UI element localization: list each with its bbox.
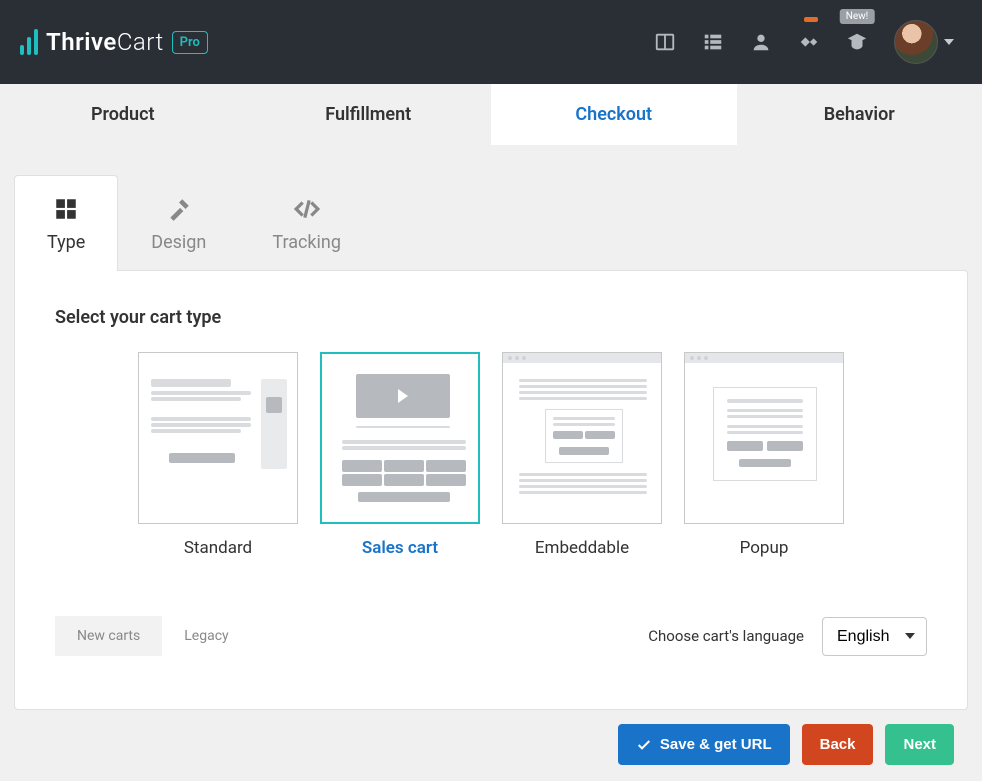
user-icon bbox=[750, 31, 772, 53]
graduation-cap-icon bbox=[846, 31, 868, 53]
nav-partners[interactable] bbox=[798, 31, 820, 53]
handshake-icon bbox=[798, 31, 820, 53]
tab-product[interactable]: Product bbox=[0, 84, 246, 145]
brand-first: Thrive bbox=[46, 28, 117, 56]
nav-layout[interactable] bbox=[654, 31, 676, 53]
bottom-row: New carts Legacy Choose cart's language … bbox=[55, 616, 927, 656]
chevron-down-icon bbox=[944, 39, 954, 45]
grid-icon bbox=[53, 196, 79, 222]
footer-buttons: Save & get URL Back Next bbox=[14, 710, 968, 775]
panel: Select your cart type bbox=[14, 270, 968, 710]
main-tabs: Product Fulfillment Checkout Behavior bbox=[0, 84, 982, 145]
new-badge: New! bbox=[840, 9, 875, 24]
avatar bbox=[894, 20, 938, 64]
subtab-tracking[interactable]: Tracking bbox=[239, 175, 374, 271]
thumb-embed bbox=[502, 352, 662, 524]
cart-label-standard: Standard bbox=[184, 538, 252, 558]
user-menu[interactable] bbox=[894, 20, 954, 64]
subtab-type[interactable]: Type bbox=[14, 175, 118, 271]
nav-list[interactable] bbox=[702, 31, 724, 53]
list-icon bbox=[702, 31, 724, 53]
top-icons: New! bbox=[654, 20, 954, 64]
cart-label-sales: Sales cart bbox=[362, 538, 438, 558]
save-url-label: Save & get URL bbox=[660, 736, 772, 753]
subtab-design-label: Design bbox=[151, 232, 206, 253]
tools-icon bbox=[166, 196, 192, 222]
subtab-type-label: Type bbox=[47, 232, 85, 253]
brand-text: ThriveCart bbox=[46, 28, 164, 56]
brand-logo[interactable]: ThriveCart Pro bbox=[20, 28, 208, 56]
content: Type Design Tracking Select your cart ty… bbox=[0, 145, 982, 775]
nav-learn[interactable]: New! bbox=[846, 31, 868, 53]
cart-option-sales[interactable]: Sales cart bbox=[320, 352, 480, 558]
subtab-tracking-label: Tracking bbox=[272, 232, 341, 253]
code-icon bbox=[294, 196, 320, 222]
thrivecart-bars-icon bbox=[20, 29, 38, 55]
sub-tabs: Type Design Tracking bbox=[14, 175, 968, 271]
notification-dot bbox=[804, 17, 818, 22]
language-label: Choose cart's language bbox=[648, 627, 804, 645]
subtab-design[interactable]: Design bbox=[118, 175, 239, 271]
top-bar: ThriveCart Pro New! bbox=[0, 0, 982, 84]
brand-second: Cart bbox=[117, 28, 164, 56]
cart-option-embed[interactable]: Embeddable bbox=[502, 352, 662, 558]
cart-option-standard[interactable]: Standard bbox=[138, 352, 298, 558]
tab-checkout[interactable]: Checkout bbox=[491, 84, 737, 145]
tab-behavior[interactable]: Behavior bbox=[737, 84, 982, 145]
thumb-popup bbox=[684, 352, 844, 524]
pro-badge: Pro bbox=[172, 31, 208, 54]
cart-label-embed: Embeddable bbox=[535, 538, 629, 558]
mode-new-carts[interactable]: New carts bbox=[55, 616, 162, 656]
mode-legacy[interactable]: Legacy bbox=[162, 616, 250, 656]
language-section: Choose cart's language English bbox=[648, 617, 927, 656]
cart-options: Standard bbox=[55, 352, 927, 558]
cart-label-popup: Popup bbox=[740, 538, 789, 558]
layout-icon bbox=[654, 31, 676, 53]
mode-tabs: New carts Legacy bbox=[55, 616, 251, 656]
save-url-button[interactable]: Save & get URL bbox=[618, 724, 790, 765]
check-icon bbox=[636, 737, 652, 753]
panel-title: Select your cart type bbox=[55, 307, 927, 328]
back-button[interactable]: Back bbox=[802, 724, 874, 765]
thumb-standard bbox=[138, 352, 298, 524]
thumb-sales bbox=[320, 352, 480, 524]
next-button[interactable]: Next bbox=[885, 724, 954, 765]
language-select[interactable]: English bbox=[822, 617, 927, 656]
tab-fulfillment[interactable]: Fulfillment bbox=[246, 84, 492, 145]
nav-profile[interactable] bbox=[750, 31, 772, 53]
cart-option-popup[interactable]: Popup bbox=[684, 352, 844, 558]
